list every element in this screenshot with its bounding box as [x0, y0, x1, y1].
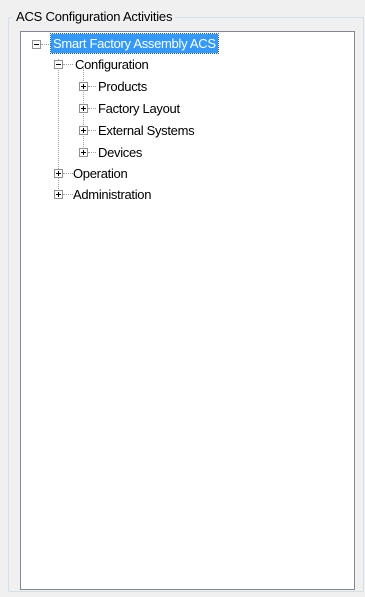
- expand-factory-layout-icon[interactable]: [79, 104, 88, 113]
- tree-node-label[interactable]: External Systems: [98, 120, 195, 141]
- tree-node-factory-layout[interactable]: Factory Layout: [21, 98, 351, 119]
- activities-tree[interactable]: Smart Factory Assembly ACS Configuration…: [20, 31, 355, 590]
- tree-node-label[interactable]: Smart Factory Assembly ACS: [50, 33, 219, 54]
- tree-node-label[interactable]: Factory Layout: [98, 98, 180, 119]
- tree-node-label[interactable]: Products: [98, 76, 147, 97]
- expand-administration-icon[interactable]: [54, 190, 63, 199]
- tree-node-label[interactable]: Administration: [73, 184, 151, 205]
- tree-node-products[interactable]: Products: [21, 76, 351, 97]
- expand-external-systems-icon[interactable]: [79, 126, 88, 135]
- tree-node-administration[interactable]: Administration: [21, 184, 351, 205]
- tree-node-configuration[interactable]: Configuration: [21, 54, 351, 75]
- collapse-root-icon[interactable]: [32, 40, 41, 49]
- expand-devices-icon[interactable]: [79, 148, 88, 157]
- tree-node-devices[interactable]: Devices: [21, 142, 351, 163]
- tree-node-root[interactable]: Smart Factory Assembly ACS: [21, 33, 351, 55]
- expand-products-icon[interactable]: [79, 82, 88, 91]
- tree-node-label[interactable]: Configuration: [75, 54, 149, 75]
- tree-node-label[interactable]: Devices: [98, 142, 142, 163]
- groupbox-title: ACS Configuration Activities: [13, 8, 176, 26]
- tree-node-external-systems[interactable]: External Systems: [21, 120, 351, 141]
- tree-node-label[interactable]: Operation: [73, 163, 128, 184]
- expand-operation-icon[interactable]: [54, 169, 63, 178]
- tree-node-operation[interactable]: Operation: [21, 163, 351, 184]
- collapse-configuration-icon[interactable]: [54, 60, 63, 69]
